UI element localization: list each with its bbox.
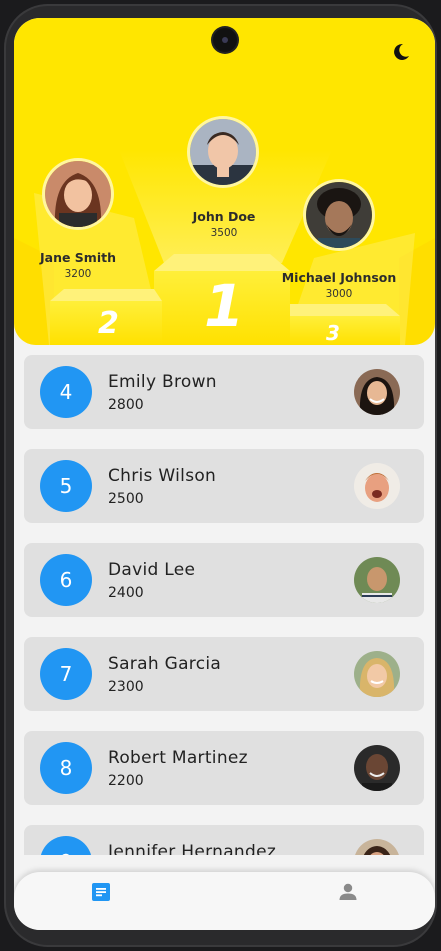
leaderboard-list[interactable]: 4 Emily Brown 2800 5 Chris Wilson 2500 6… <box>14 355 435 855</box>
player-avatar[interactable] <box>354 745 400 791</box>
player-score: 2200 <box>108 773 144 789</box>
player-avatar[interactable] <box>354 651 400 697</box>
moon-icon[interactable] <box>391 42 411 62</box>
player-avatar[interactable] <box>354 463 400 509</box>
player-name: Chris Wilson <box>108 466 217 486</box>
bottom-navigation <box>14 872 435 930</box>
list-item[interactable]: 9 Jennifer Hernandez <box>24 825 424 855</box>
front-camera <box>213 28 237 52</box>
rank-badge: 6 <box>40 554 92 606</box>
third-place-name: Michael Johnson <box>281 270 397 285</box>
first-place-name: John Doe <box>192 209 256 224</box>
player-name: David Lee <box>108 560 196 580</box>
first-place-avatar[interactable] <box>190 119 256 185</box>
first-place-score: 3500 <box>210 227 238 239</box>
person-icon[interactable] <box>336 880 360 904</box>
player-avatar[interactable] <box>354 839 400 855</box>
third-place-avatar[interactable] <box>306 182 372 248</box>
player-score: 2400 <box>108 585 144 601</box>
list-item[interactable]: 6 David Lee 2400 <box>24 543 424 617</box>
player-score: 2500 <box>108 491 144 507</box>
rank-badge: 5 <box>40 460 92 512</box>
second-place-avatar[interactable] <box>45 161 111 227</box>
third-place-rank: 3 <box>326 321 340 345</box>
first-place-rank: 1 <box>204 272 245 340</box>
player-avatar[interactable] <box>354 557 400 603</box>
player-name: Sarah Garcia <box>108 654 222 674</box>
rank-badge: 9 <box>40 836 92 855</box>
list-item[interactable]: 7 Sarah Garcia 2300 <box>24 637 424 711</box>
second-place-rank: 2 <box>98 306 119 341</box>
second-place-name: Jane Smith <box>39 250 116 265</box>
player-score: 2800 <box>108 397 144 413</box>
rank-badge: 7 <box>40 648 92 700</box>
second-place-score: 3200 <box>64 268 92 280</box>
phone-frame: John Doe 3500 1 Jane Smith 3200 2 Michae… <box>4 4 437 947</box>
third-place-score: 3000 <box>325 288 353 300</box>
app-screen: John Doe 3500 1 Jane Smith 3200 2 Michae… <box>14 18 435 930</box>
list-item[interactable]: 4 Emily Brown 2800 <box>24 355 424 429</box>
player-name: Emily Brown <box>108 372 217 392</box>
player-name: Robert Martinez <box>108 748 248 768</box>
list-item[interactable]: 5 Chris Wilson 2500 <box>24 449 424 523</box>
player-score: 2300 <box>108 679 144 695</box>
rank-badge: 8 <box>40 742 92 794</box>
player-name: Jennifer Hernandez <box>108 842 277 855</box>
player-avatar[interactable] <box>354 369 400 415</box>
list-item[interactable]: 8 Robert Martinez 2200 <box>24 731 424 805</box>
rank-badge: 4 <box>40 366 92 418</box>
podium-header: John Doe 3500 1 Jane Smith 3200 2 Michae… <box>14 18 435 345</box>
document-icon[interactable] <box>89 880 113 904</box>
